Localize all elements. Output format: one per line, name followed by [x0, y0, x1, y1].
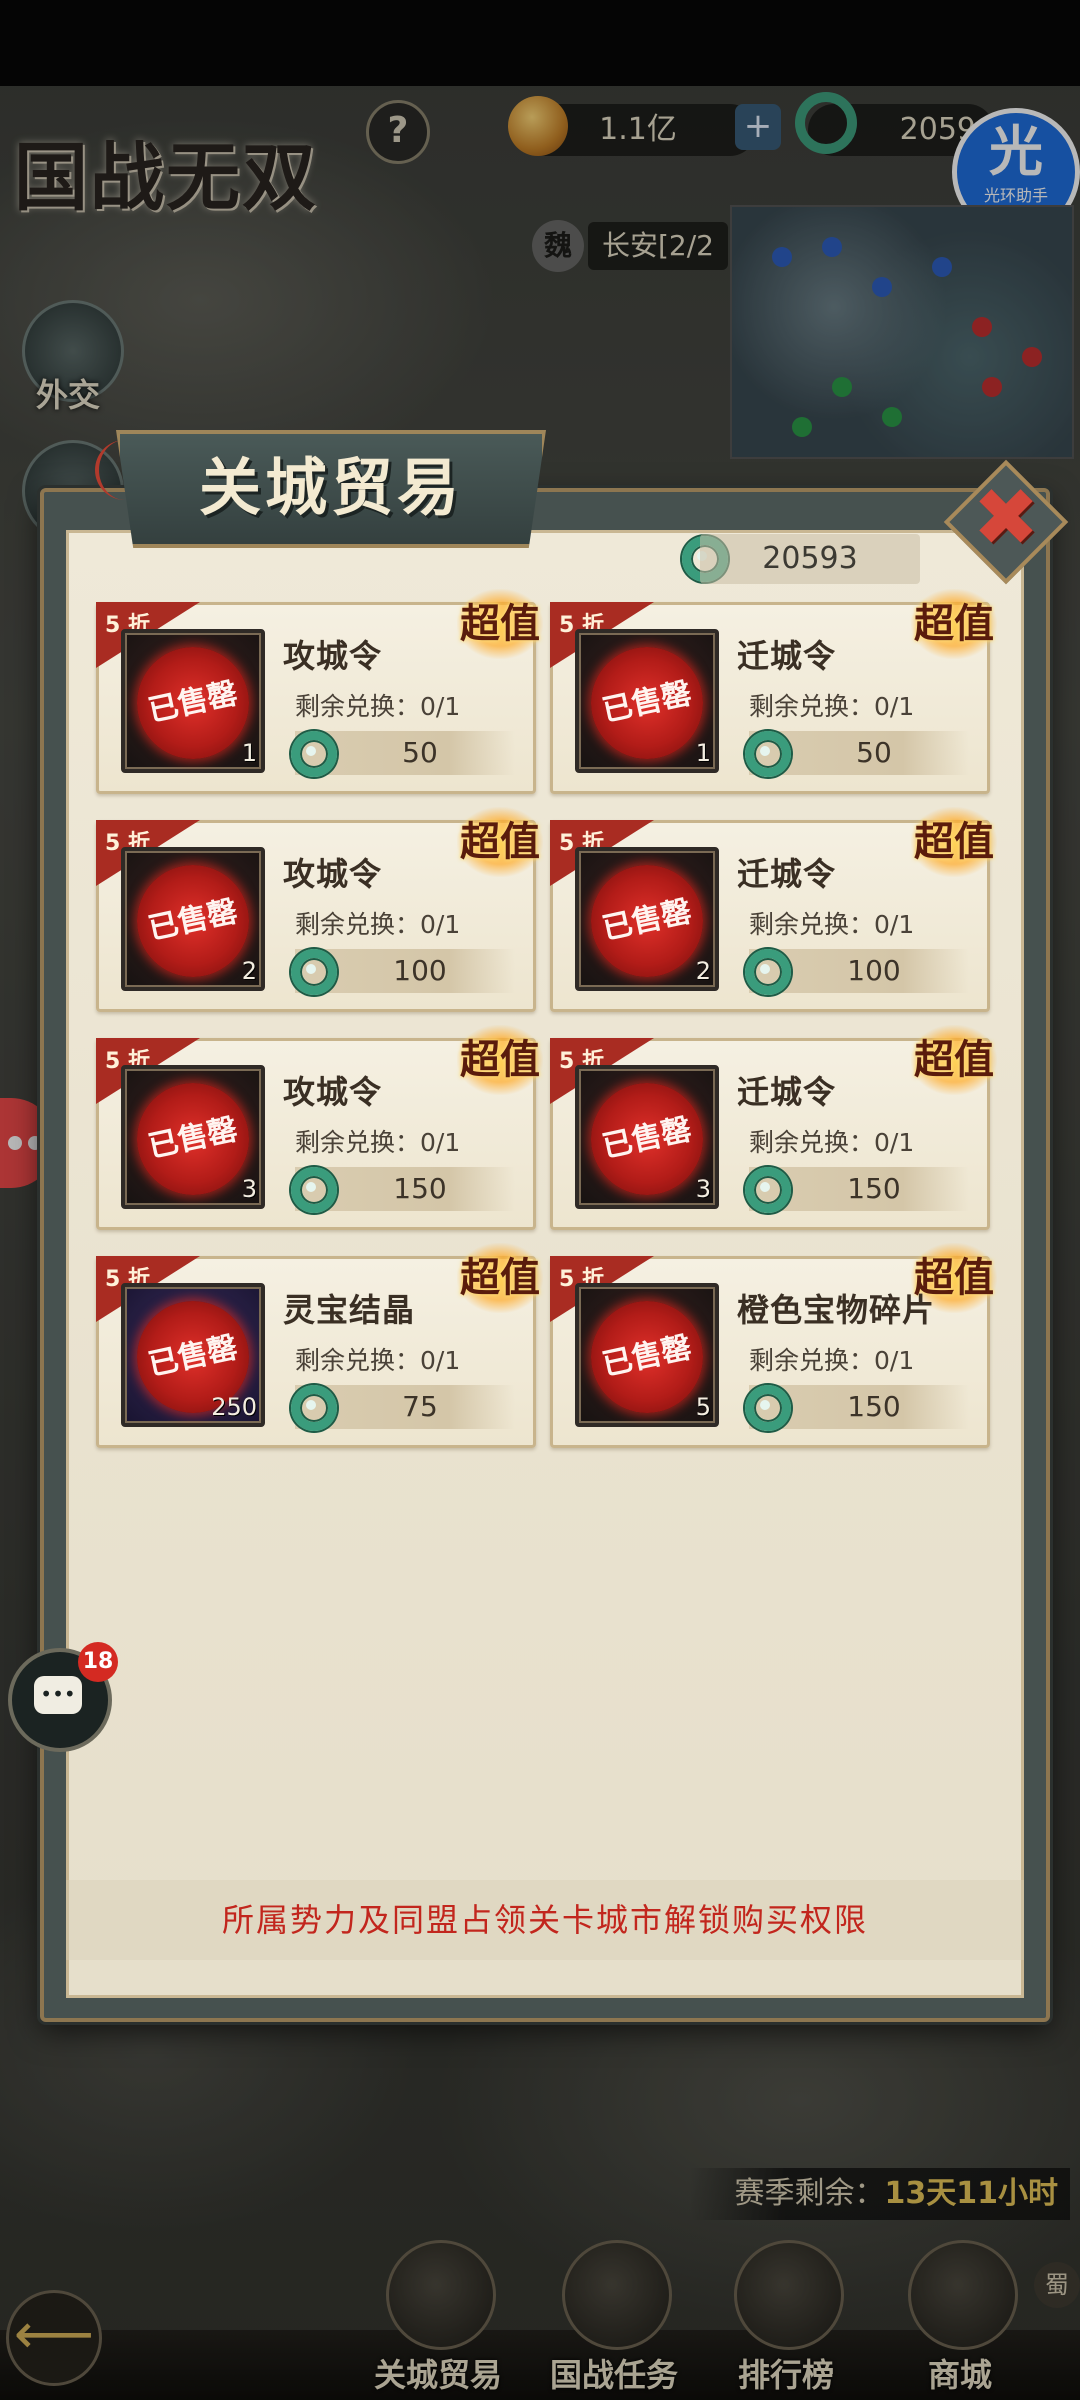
- sold-out-stamp: 已售罄: [126, 854, 260, 988]
- item-icon: 已售罄 2: [575, 847, 719, 991]
- jade-currency-icon: [745, 949, 791, 995]
- trade-card[interactable]: 5 折 已售罄 1 超值 攻城令 剩余兑换：0/1 50: [96, 589, 543, 794]
- jade-currency-icon: [291, 1385, 337, 1431]
- super-value-badge: 超值: [911, 589, 997, 659]
- jade-currency-icon: [745, 1167, 791, 1213]
- super-value-badge: 超值: [457, 1243, 543, 1313]
- jade-currency-icon: [745, 731, 791, 777]
- trade-card[interactable]: 5 折 已售罄 3 超值 攻城令 剩余兑换：0/1 150: [96, 1025, 543, 1230]
- jade-balance: 20593: [700, 534, 920, 584]
- remaining-exchanges: 剩余兑换：0/1: [295, 1128, 461, 1157]
- item-quantity: 1: [241, 739, 257, 767]
- super-value-badge: 超值: [911, 807, 997, 877]
- item-quantity: 250: [211, 1393, 257, 1421]
- trade-card[interactable]: 5 折 已售罄 1 超值 迁城令 剩余兑换：0/1 50: [550, 589, 997, 794]
- item-quantity: 3: [241, 1175, 257, 1203]
- item-name: 攻城令: [283, 1073, 383, 1111]
- super-value-badge: 超值: [457, 589, 543, 659]
- super-value-badge: 超值: [911, 1025, 997, 1095]
- remaining-exchanges: 剩余兑换：0/1: [749, 1128, 915, 1157]
- item-quantity: 2: [241, 957, 257, 985]
- remaining-exchanges: 剩余兑换：0/1: [295, 692, 461, 721]
- item-name: 橙色宝物碎片: [737, 1291, 936, 1329]
- remaining-exchanges: 剩余兑换：0/1: [749, 692, 915, 721]
- item-name: 迁城令: [737, 855, 837, 893]
- item-quantity: 1: [695, 739, 711, 767]
- remaining-exchanges: 剩余兑换：0/1: [295, 910, 461, 939]
- item-icon: 已售罄 250: [121, 1283, 265, 1427]
- sold-out-stamp: 已售罄: [126, 1072, 260, 1206]
- item-quantity: 5: [695, 1393, 711, 1421]
- item-name: 攻城令: [283, 855, 383, 893]
- jade-currency-icon: [291, 731, 337, 777]
- item-icon: 已售罄 5: [575, 1283, 719, 1427]
- item-name: 迁城令: [737, 637, 837, 675]
- trade-card[interactable]: 5 折 已售罄 250 超值 灵宝结晶 剩余兑换：0/1 75: [96, 1243, 543, 1448]
- super-value-badge: 超值: [457, 807, 543, 877]
- remaining-exchanges: 剩余兑换：0/1: [749, 910, 915, 939]
- unread-count-badge: 18: [78, 1642, 118, 1682]
- unlock-requirement-note: 所属势力及同盟占领关卡城市解锁购买权限: [66, 1880, 1024, 1960]
- trade-card[interactable]: 5 折 已售罄 3 超值 迁城令 剩余兑换：0/1 150: [550, 1025, 997, 1230]
- jade-currency-icon: [291, 949, 337, 995]
- close-icon[interactable]: ✖: [962, 474, 1050, 562]
- trade-card[interactable]: 5 折 已售罄 2 超值 攻城令 剩余兑换：0/1 100: [96, 807, 543, 1012]
- item-name: 攻城令: [283, 637, 383, 675]
- item-icon: 已售罄 2: [121, 847, 265, 991]
- jade-currency-icon: [291, 1167, 337, 1213]
- item-name: 灵宝结晶: [283, 1291, 416, 1329]
- item-icon: 已售罄 1: [121, 629, 265, 773]
- item-icon: 已售罄 3: [121, 1065, 265, 1209]
- remaining-exchanges: 剩余兑换：0/1: [749, 1346, 915, 1375]
- item-quantity: 3: [695, 1175, 711, 1203]
- sold-out-stamp: 已售罄: [126, 636, 260, 770]
- sold-out-stamp: 已售罄: [580, 1290, 714, 1424]
- status-bar: [0, 0, 1080, 86]
- item-icon: 已售罄 1: [575, 629, 719, 773]
- chat-bubble-icon: [34, 1676, 82, 1714]
- item-name: 迁城令: [737, 1073, 837, 1111]
- trade-card[interactable]: 5 折 已售罄 5 超值 橙色宝物碎片 剩余兑换：0/1 150: [550, 1243, 997, 1448]
- sold-out-stamp: 已售罄: [580, 1072, 714, 1206]
- item-quantity: 2: [695, 957, 711, 985]
- jade-currency-icon: [745, 1385, 791, 1431]
- remaining-exchanges: 剩余兑换：0/1: [295, 1346, 461, 1375]
- modal-title: 关城贸易: [198, 451, 463, 524]
- item-icon: 已售罄 3: [575, 1065, 719, 1209]
- super-value-badge: 超值: [457, 1025, 543, 1095]
- trade-card[interactable]: 5 折 已售罄 2 超值 迁城令 剩余兑换：0/1 100: [550, 807, 997, 1012]
- sold-out-stamp: 已售罄: [580, 636, 714, 770]
- sold-out-stamp: 已售罄: [580, 854, 714, 988]
